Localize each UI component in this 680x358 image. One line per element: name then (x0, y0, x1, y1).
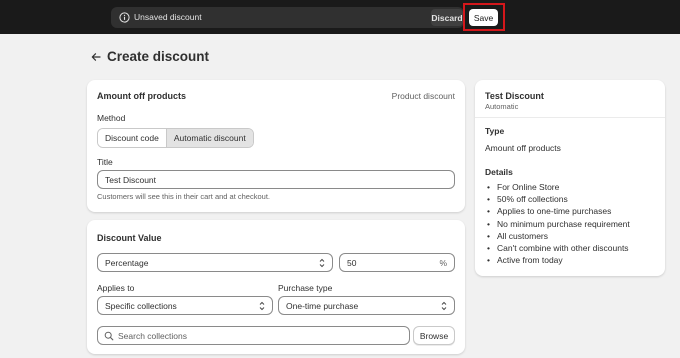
value-type-value: Percentage (105, 257, 149, 268)
method-card: Amount off products Product discount Met… (87, 80, 465, 212)
value-amount: 50 (347, 257, 357, 268)
purchase-type-label: Purchase type (278, 283, 333, 293)
percent-suffix: % (439, 258, 447, 268)
automatic-discount-option[interactable]: Automatic discount (165, 129, 253, 147)
unsaved-message: Unsaved discount (134, 12, 202, 22)
info-icon (119, 12, 130, 23)
details-item: No minimum purchase requirement (485, 218, 630, 230)
title-input[interactable]: Test Discount (97, 170, 455, 189)
purchase-type-select[interactable]: One-time purchase (278, 296, 455, 315)
details-item: Active from today (485, 254, 630, 266)
back-arrow-icon[interactable] (90, 51, 102, 63)
details-item: All customers (485, 230, 630, 242)
discount-type-label: Product discount (391, 91, 455, 101)
details-item: For Online Store (485, 181, 630, 193)
select-chevron-icon (319, 258, 325, 268)
card-title: Amount off products (97, 91, 186, 101)
summary-name: Test Discount (485, 91, 544, 101)
select-chevron-icon (441, 301, 447, 311)
browse-button[interactable]: Browse (413, 326, 455, 345)
discard-button[interactable]: Discard (431, 9, 463, 26)
value-amount-input[interactable]: 50 % (339, 253, 455, 272)
method-label: Method (97, 113, 126, 123)
applies-to-value: Specific collections (105, 300, 177, 311)
type-value: Amount off products (485, 143, 561, 153)
search-icon (104, 331, 114, 341)
summary-method: Automatic (485, 102, 519, 111)
discount-code-option[interactable]: Discount code (98, 129, 166, 147)
page-title: Create discount (107, 49, 210, 64)
details-item: 50% off collections (485, 193, 630, 205)
save-highlight-box (463, 3, 505, 31)
discount-value-card: Discount Value Percentage 50 % Applies t… (87, 220, 465, 354)
title-label: Title (97, 157, 113, 167)
select-chevron-icon (259, 301, 265, 311)
purchase-type-value: One-time purchase (286, 300, 359, 311)
applies-to-label: Applies to (97, 283, 135, 293)
details-list: For Online Store 50% off collections App… (485, 181, 630, 267)
summary-card: Test Discount Automatic Type Amount off … (475, 80, 665, 276)
applies-to-select[interactable]: Specific collections (97, 296, 273, 315)
method-segmented-control: Discount code Automatic discount (97, 128, 254, 148)
details-item: Can't combine with other discounts (485, 242, 630, 254)
title-input-value: Test Discount (105, 174, 157, 185)
search-collections-input[interactable]: Search collections (97, 326, 410, 345)
details-item: Applies to one-time purchases (485, 205, 630, 217)
top-bar: Unsaved discount Discard Save (0, 0, 680, 34)
value-type-select[interactable]: Percentage (97, 253, 333, 272)
details-heading: Details (485, 167, 513, 177)
card-title: Discount Value (97, 233, 162, 243)
title-help-text: Customers will see this in their cart an… (97, 192, 270, 201)
search-placeholder: Search collections (118, 330, 187, 341)
divider (475, 117, 665, 118)
unsaved-changes-bar: Unsaved discount (111, 7, 464, 28)
type-heading: Type (485, 126, 505, 136)
